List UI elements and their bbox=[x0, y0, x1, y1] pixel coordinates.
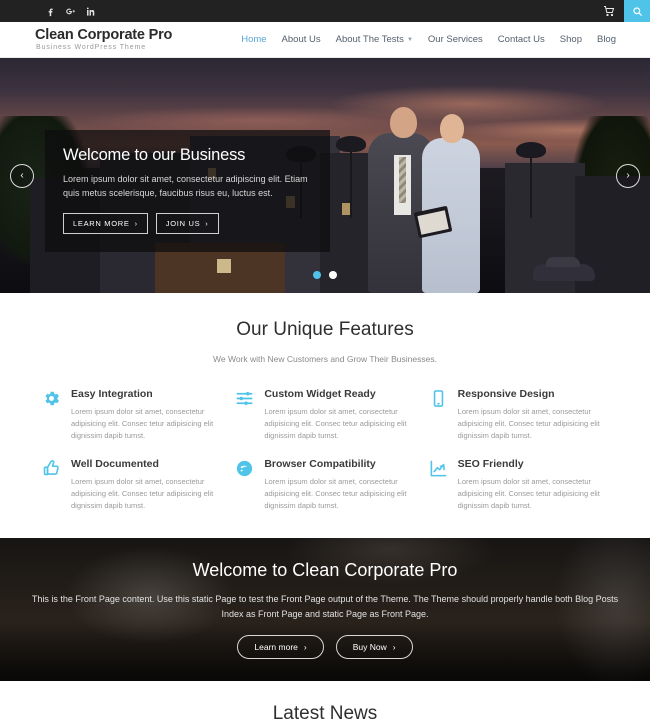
chevron-right-icon: › bbox=[134, 218, 138, 228]
cta-description: This is the Front Page content. Use this… bbox=[31, 593, 619, 619]
linkedin-icon[interactable] bbox=[85, 6, 96, 17]
nav-item-contact-us[interactable]: Contact Us bbox=[498, 34, 545, 45]
features-grid: Easy Integration Lorem ipsum dolor sit a… bbox=[42, 388, 608, 512]
nav-item-about-the-tests[interactable]: About The Tests ▼ bbox=[336, 34, 413, 45]
nav-label: Our Services bbox=[427, 34, 483, 45]
facebook-icon[interactable] bbox=[45, 6, 56, 17]
feature-item-well-documented: Well Documented Lorem ipsum dolor sit am… bbox=[42, 458, 221, 512]
feature-heading: Responsive Design bbox=[457, 388, 555, 400]
feature-heading: Well Documented bbox=[71, 458, 159, 470]
feature-item-browser-compatibility: Browser Compatibility Lorem ipsum dolor … bbox=[235, 458, 414, 512]
brand-subtitle: Business WordPress Theme bbox=[36, 44, 147, 52]
feature-item-custom-widget-ready: Custom Widget Ready Lorem ipsum dolor si… bbox=[235, 388, 414, 442]
sliders-icon bbox=[235, 388, 254, 442]
button-label: LEARN MORE bbox=[73, 218, 130, 228]
hero-palm-tree bbox=[336, 136, 366, 218]
slider-next-icon[interactable]: › bbox=[616, 163, 640, 188]
chevron-right-icon: › bbox=[392, 642, 396, 653]
nav-label: Blog bbox=[596, 34, 616, 45]
cta-title: Welcome to Clean Corporate Pro bbox=[192, 559, 458, 580]
feature-text: Lorem ipsum dolor sit amet, consectetur … bbox=[71, 407, 214, 440]
nav-item-about-us[interactable]: About Us bbox=[282, 34, 321, 45]
site-header: Clean Corporate Pro Business WordPress T… bbox=[0, 22, 650, 58]
search-icon[interactable] bbox=[624, 0, 650, 22]
cta-buy-now-button[interactable]: Buy Now › bbox=[335, 635, 413, 660]
hero-title: Welcome to our Business bbox=[63, 146, 246, 164]
cart-icon[interactable] bbox=[594, 0, 624, 22]
feature-heading: Browser Compatibility bbox=[264, 458, 376, 470]
mobile-icon bbox=[429, 388, 448, 442]
nav-label: About The Tests bbox=[335, 34, 404, 45]
google-plus-icon[interactable] bbox=[65, 6, 76, 17]
top-bar bbox=[0, 0, 650, 22]
slider-dot-2[interactable] bbox=[329, 271, 337, 279]
top-bar-actions bbox=[594, 0, 650, 22]
feature-item-easy-integration: Easy Integration Lorem ipsum dolor sit a… bbox=[42, 388, 221, 442]
feature-text: Lorem ipsum dolor sit amet, consectetur … bbox=[264, 407, 407, 440]
nav-item-blog[interactable]: Blog bbox=[597, 34, 616, 45]
features-section: Our Unique Features We Work with New Cus… bbox=[0, 293, 650, 538]
features-subtitle: We Work with New Customers and Grow Thei… bbox=[213, 354, 437, 364]
nav-label: About Us bbox=[281, 34, 321, 45]
latest-news-title: Latest News bbox=[272, 703, 378, 720]
learn-more-button[interactable]: LEARN MORE › bbox=[63, 212, 148, 234]
hero-description: Lorem ipsum dolor sit amet, consectetur … bbox=[63, 174, 308, 198]
feature-item-responsive-design: Responsive Design Lorem ipsum dolor sit … bbox=[429, 388, 608, 442]
cta-learn-more-button[interactable]: Learn more › bbox=[237, 635, 324, 660]
latest-news-section: Latest News bbox=[0, 681, 650, 720]
feature-heading: Easy Integration bbox=[71, 388, 153, 400]
site-branding[interactable]: Clean Corporate Pro Business WordPress T… bbox=[35, 26, 173, 52]
hero-car bbox=[533, 257, 595, 281]
cta-content: Welcome to Clean Corporate Pro This is t… bbox=[0, 560, 650, 660]
slider-pagination bbox=[313, 271, 337, 279]
nav-label: Shop bbox=[559, 34, 582, 45]
join-us-button[interactable]: JOIN US › bbox=[155, 212, 219, 234]
feature-item-seo-friendly: SEO Friendly Lorem ipsum dolor sit amet,… bbox=[429, 458, 608, 512]
feature-text: Lorem ipsum dolor sit amet, consectetur … bbox=[71, 477, 214, 510]
social-links bbox=[45, 6, 96, 17]
chevron-right-icon: › bbox=[205, 218, 209, 228]
hero-slider: Welcome to our Business Lorem ipsum dolo… bbox=[0, 58, 650, 293]
features-title: Our Unique Features bbox=[236, 319, 414, 340]
hero-buttons: LEARN MORE › JOIN US › bbox=[63, 212, 312, 234]
feature-heading: Custom Widget Ready bbox=[264, 388, 376, 400]
cta-section: Welcome to Clean Corporate Pro This is t… bbox=[0, 538, 650, 681]
button-label: Learn more bbox=[254, 642, 298, 653]
slider-prev-icon[interactable]: ‹ bbox=[10, 163, 34, 188]
chevron-right-icon: › bbox=[303, 642, 307, 653]
thumbs-up-icon bbox=[42, 458, 61, 512]
nav-label: Contact Us bbox=[497, 34, 545, 45]
feature-heading: SEO Friendly bbox=[457, 458, 524, 470]
hero-people bbox=[360, 107, 510, 293]
hero-caption: Welcome to our Business Lorem ipsum dolo… bbox=[45, 130, 330, 252]
nav-item-home[interactable]: Home bbox=[241, 34, 266, 45]
feature-text: Lorem ipsum dolor sit amet, consectetur … bbox=[457, 477, 600, 510]
button-label: Buy Now bbox=[352, 642, 387, 653]
brand-title: Clean Corporate Pro bbox=[35, 26, 173, 43]
nav-item-our-services[interactable]: Our Services bbox=[428, 34, 483, 45]
slider-dot-1[interactable] bbox=[313, 271, 321, 279]
primary-navigation: Home About Us About The Tests ▼ Our Serv… bbox=[241, 34, 616, 45]
nav-item-shop[interactable]: Shop bbox=[560, 34, 582, 45]
cta-buttons: Learn more › Buy Now › bbox=[24, 635, 626, 660]
hero-palm-tree bbox=[516, 142, 546, 218]
nav-label: Home bbox=[241, 34, 267, 45]
feature-text: Lorem ipsum dolor sit amet, consectetur … bbox=[457, 407, 600, 440]
chart-line-icon bbox=[429, 458, 448, 512]
chevron-down-icon: ▼ bbox=[406, 36, 413, 43]
feature-text: Lorem ipsum dolor sit amet, consectetur … bbox=[264, 477, 407, 510]
button-label: JOIN US bbox=[165, 218, 201, 228]
gear-icon bbox=[42, 388, 61, 442]
globe-icon bbox=[235, 458, 254, 512]
